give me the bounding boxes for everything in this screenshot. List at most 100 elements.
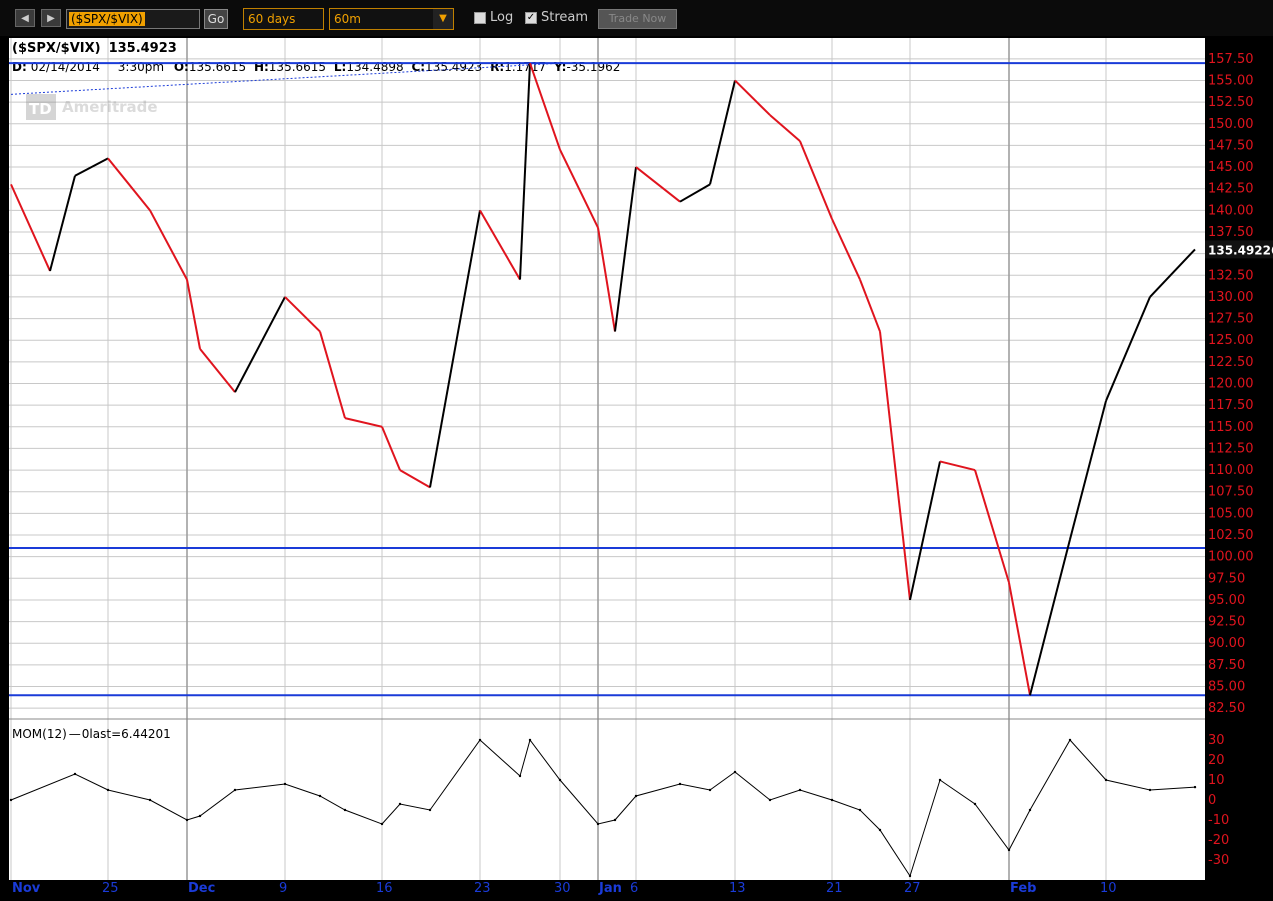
date-tick-label: Dec xyxy=(188,881,215,896)
log-checkbox[interactable] xyxy=(474,12,486,24)
price-tick-label: 85.00 xyxy=(1208,680,1245,695)
toolbar: ◀ ▶ ($SPX/$VIX) Go 60 days 60m ▼ Log ✓ S… xyxy=(0,0,1273,36)
momentum-tick-label: 20 xyxy=(1208,753,1225,768)
momentum-point xyxy=(558,778,562,782)
momentum-point xyxy=(1068,738,1072,742)
price-tick-label: 107.50 xyxy=(1208,485,1254,500)
momentum-point xyxy=(518,774,522,778)
price-tick-label: 97.50 xyxy=(1208,571,1245,586)
chevron-down-icon[interactable]: ▼ xyxy=(433,9,453,29)
momentum-tick-label: -10 xyxy=(1208,813,1229,828)
momentum-point xyxy=(733,770,737,774)
momentum-point xyxy=(708,788,712,792)
momentum-point xyxy=(185,818,189,822)
momentum-point xyxy=(596,822,600,826)
date-tick-label: 16 xyxy=(376,881,393,896)
momentum-point xyxy=(478,738,482,742)
price-tick-label: 140.00 xyxy=(1208,203,1254,218)
momentum-point xyxy=(73,772,77,776)
momentum-point xyxy=(613,818,617,822)
price-tick-label: 90.00 xyxy=(1208,636,1245,651)
momentum-point xyxy=(830,798,834,802)
chart-title: ($SPX/$VIX) 135.4923 xyxy=(12,41,177,56)
price-tick-label: 112.50 xyxy=(1208,441,1254,456)
momentum-point xyxy=(1193,785,1197,789)
svg-text:TD: TD xyxy=(29,100,52,118)
period-value: 60 days xyxy=(248,12,296,26)
date-tick-label: 23 xyxy=(474,881,491,896)
date-tick-label: 13 xyxy=(729,881,746,896)
back-arrow-icon[interactable]: ◀ xyxy=(15,9,35,27)
price-tick-label: 130.00 xyxy=(1208,290,1254,305)
interval-dropdown[interactable]: 60m ▼ xyxy=(329,8,454,30)
momentum-point xyxy=(768,798,772,802)
forward-arrow-icon[interactable]: ▶ xyxy=(41,9,61,27)
trade-now-button[interactable]: Trade Now xyxy=(598,9,677,29)
price-tick-label: 127.50 xyxy=(1208,312,1254,327)
price-tick-label: 92.50 xyxy=(1208,615,1245,630)
price-tick-label: 152.50 xyxy=(1208,95,1254,110)
momentum-tick-label: 0 xyxy=(1208,793,1216,808)
momentum-point xyxy=(678,782,682,786)
momentum-point xyxy=(878,828,882,832)
momentum-point xyxy=(283,782,287,786)
chart-area: TD Ameritrade ($SPX/$VIX) 135.4923 D: 02/1… xyxy=(0,36,1273,901)
momentum-point xyxy=(398,802,402,806)
date-tick-label: Nov xyxy=(12,881,41,896)
go-button[interactable]: Go xyxy=(204,9,228,29)
price-tick-label: 142.50 xyxy=(1208,182,1254,197)
stream-checkbox[interactable]: ✓ xyxy=(525,12,537,24)
momentum-tick-label: 10 xyxy=(1208,773,1225,788)
watermark-text: Ameritrade xyxy=(62,98,158,116)
price-tick-label: 100.00 xyxy=(1208,550,1254,565)
interval-value: 60m xyxy=(334,12,361,26)
momentum-point xyxy=(233,788,237,792)
date-tick-label: 30 xyxy=(554,881,571,896)
price-tick-label: 137.50 xyxy=(1208,225,1254,240)
price-tick-label: 117.50 xyxy=(1208,398,1254,413)
momentum-legend: MOM(12) —0last=6.44201 xyxy=(12,727,171,741)
date-tick-label: Jan xyxy=(598,881,622,896)
momentum-point xyxy=(1007,848,1011,852)
price-tick-label: 102.50 xyxy=(1208,528,1254,543)
log-label: Log xyxy=(490,10,514,25)
date-tick-label: 6 xyxy=(630,881,638,896)
momentum-point xyxy=(9,798,13,802)
symbol-value: ($SPX/$VIX) xyxy=(69,12,145,26)
symbol-input[interactable]: ($SPX/$VIX) xyxy=(66,9,200,29)
momentum-point xyxy=(634,794,638,798)
momentum-point xyxy=(198,814,202,818)
momentum-point xyxy=(1028,808,1032,812)
momentum-point xyxy=(973,802,977,806)
date-tick-label: 25 xyxy=(102,881,119,896)
last-price-label: 135.49226 xyxy=(1205,240,1273,259)
momentum-point xyxy=(938,778,942,782)
price-tick-label: 145.00 xyxy=(1208,160,1254,175)
price-tick-label: 147.50 xyxy=(1208,138,1254,153)
date-tick-label: Feb xyxy=(1010,881,1036,896)
price-tick-label: 95.00 xyxy=(1208,593,1245,608)
price-tick-label: 115.00 xyxy=(1208,420,1254,435)
price-tick-label: 132.50 xyxy=(1208,268,1254,283)
momentum-point xyxy=(798,788,802,792)
momentum-point xyxy=(858,808,862,812)
price-tick-label: 122.50 xyxy=(1208,355,1254,370)
price-tick-label: 105.00 xyxy=(1208,506,1254,521)
momentum-point xyxy=(380,822,384,826)
price-tick-label: 87.50 xyxy=(1208,658,1245,673)
momentum-point xyxy=(148,798,152,802)
momentum-point xyxy=(428,808,432,812)
momentum-tick-label: -30 xyxy=(1208,853,1229,868)
price-tick-label: 110.00 xyxy=(1208,463,1254,478)
momentum-point xyxy=(1148,788,1152,792)
period-dropdown[interactable]: 60 days xyxy=(243,8,324,30)
momentum-point xyxy=(106,788,110,792)
momentum-point xyxy=(318,794,322,798)
momentum-tick-label: 30 xyxy=(1208,733,1225,748)
price-tick-label: 155.00 xyxy=(1208,73,1254,88)
price-tick-label: 157.50 xyxy=(1208,52,1254,67)
last-price-value: 135.49226 xyxy=(1208,243,1273,257)
date-tick-label: 9 xyxy=(279,881,287,896)
date-tick-label: 10 xyxy=(1100,881,1117,896)
momentum-point xyxy=(343,808,347,812)
